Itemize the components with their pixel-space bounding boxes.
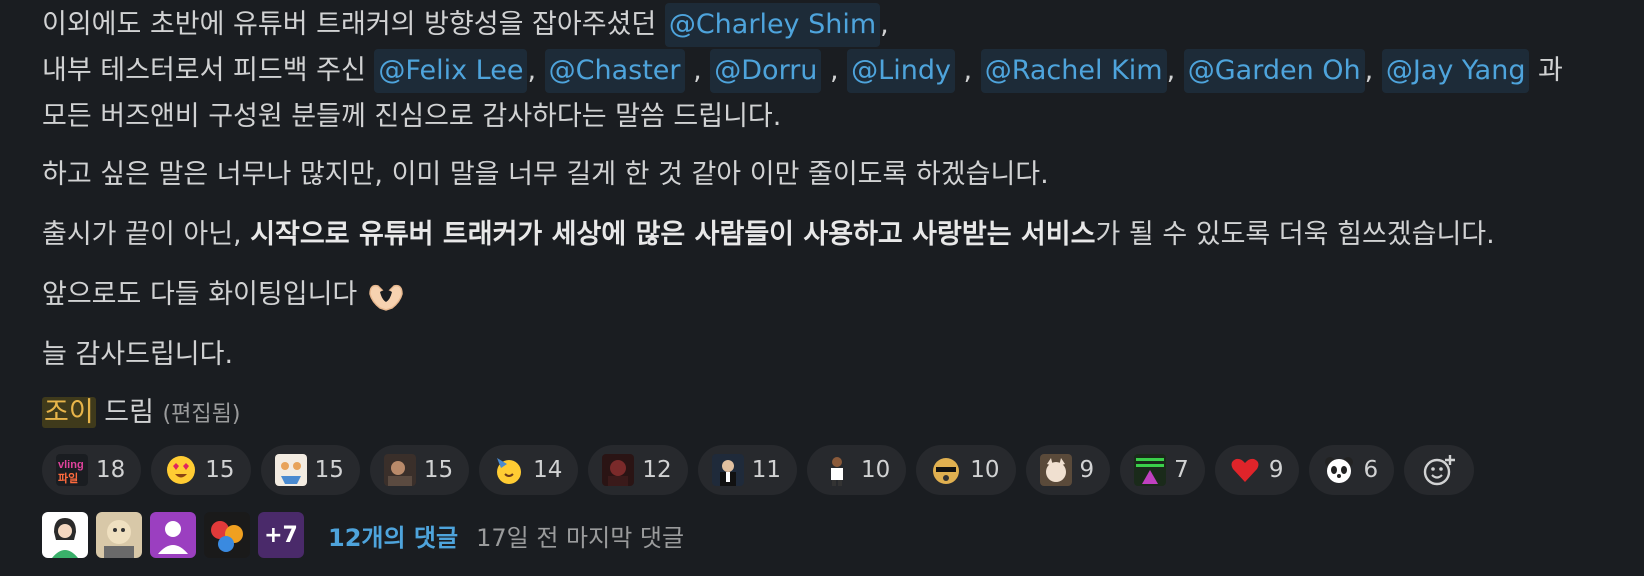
avatar — [150, 512, 196, 558]
signature: 조이 드림 (편집됨) — [42, 397, 241, 428]
edited-label: (편집됨) — [162, 402, 241, 427]
message-line: 이외에도 초반에 유튜버 트래커의 방향성을 잡아주셨던 @Charley Sh… — [42, 2, 889, 48]
reaction-celebrate[interactable]: 15 — [260, 445, 360, 495]
mention-jay-yang[interactable]: @Jay Yang — [1381, 49, 1530, 93]
reaction-dancing-person[interactable]: 10 — [806, 445, 907, 495]
reaction-partying-face[interactable]: 14 — [479, 445, 579, 495]
avatar — [204, 512, 250, 558]
reaction-custom-2[interactable]: 12 — [588, 445, 688, 495]
svg-text:vling: vling — [58, 459, 84, 471]
reaction-gatsby-toast[interactable]: 11 — [697, 445, 797, 495]
heart-eyes-icon — [167, 456, 196, 484]
reaction-count: 10 — [970, 457, 1000, 483]
message-text: 이외에도 초반에 유튜버 트래커의 방향성을 잡아주셨던 — [42, 9, 665, 40]
reaction-count: 18 — [96, 457, 126, 483]
reaction-count: 10 — [860, 457, 891, 483]
custom-photo-icon — [602, 454, 635, 486]
reaction-custom-dance[interactable]: 7 — [1120, 445, 1205, 495]
custom-photo-icon — [383, 454, 416, 486]
doge-sunglasses-icon — [933, 458, 960, 484]
avatar — [96, 512, 142, 558]
mention-lindy[interactable]: @Lindy — [847, 49, 955, 93]
custom-dance-icon — [1134, 454, 1167, 486]
mention-dorru[interactable]: @Dorru — [710, 49, 822, 93]
partying-face-icon — [497, 458, 522, 484]
celebrate-icon — [274, 454, 307, 486]
message-line: 늘 감사드립니다. — [42, 339, 234, 370]
vling-logo-icon: vling 파일 — [56, 454, 88, 486]
reaction-count: 14 — [533, 457, 563, 483]
message-line: 내부 테스터로서 피드백 주신 @Felix Lee, @Chaster , @… — [42, 48, 1563, 94]
add-emoji-icon — [1423, 455, 1456, 486]
red-heart-icon — [1231, 458, 1259, 482]
add-reaction-button[interactable] — [1404, 445, 1475, 495]
mention-charley-shim[interactable]: @Charley Shim — [664, 3, 881, 47]
reaction-count: 15 — [314, 457, 344, 483]
reaction-count: 15 — [205, 457, 235, 483]
heart-hands-emoji-icon — [369, 284, 403, 311]
reaction-red-heart[interactable]: 9 — [1214, 445, 1300, 495]
bold-text: 시작으로 유튜버 트래커가 세상에 많은 사람들이 사용하고 사랑받는 서비스 — [250, 219, 1096, 250]
thread-summary[interactable]: +7 12개의 댓글 17일 전 마지막 댓글 — [42, 512, 684, 558]
message-line: 앞으로도 다들 화이팅입니다 — [42, 272, 406, 318]
more-participants-badge: +7 — [258, 512, 304, 558]
reaction-doge-sunglasses[interactable]: 10 — [916, 445, 1016, 495]
signature-name: 조이 — [42, 397, 96, 428]
reaction-cat[interactable]: 9 — [1025, 445, 1111, 495]
last-reply-time: 17일 전 마지막 댓글 — [476, 523, 685, 552]
mention-chaster[interactable]: @Chaster — [544, 49, 685, 93]
mention-felix-lee[interactable]: @Felix Lee — [374, 49, 528, 93]
reaction-count: 6 — [1363, 457, 1379, 483]
reaction-count: 12 — [642, 457, 672, 483]
panda-icon — [1325, 457, 1354, 483]
message-line: 하고 싶은 말은 너무나 많지만, 이미 말을 너무 길게 한 것 같아 이만 … — [42, 159, 1049, 190]
reaction-count: 15 — [423, 457, 454, 483]
gatsby-toast-icon — [711, 454, 744, 486]
reaction-vling[interactable]: vling 파일 18 — [42, 445, 142, 495]
message-line: 모든 버즈앤비 구성원 분들께 진심으로 감사하다는 말씀 드립니다. — [42, 101, 782, 132]
mention-rachel-kim[interactable]: @Rachel Kim — [980, 49, 1167, 93]
svg-text:파일: 파일 — [58, 471, 78, 485]
avatar — [42, 512, 88, 558]
reaction-count: 11 — [751, 457, 781, 483]
reaction-custom-1[interactable]: 15 — [369, 445, 470, 495]
mention-garden-oh[interactable]: @Garden Oh — [1183, 49, 1365, 93]
reaction-count: 9 — [1268, 457, 1284, 483]
reaction-count: 7 — [1174, 457, 1189, 483]
replies-link[interactable]: 12개의 댓글 — [328, 518, 458, 553]
reaction-heart-eyes[interactable]: 15 — [151, 445, 251, 495]
reaction-panda[interactable]: 6 — [1309, 445, 1395, 495]
dancing-person-icon — [830, 457, 843, 486]
message-line: 출시가 끝이 아닌, 시작으로 유튜버 트래커가 세상에 많은 사람들이 사용하… — [42, 219, 1495, 250]
reaction-count: 9 — [1079, 457, 1095, 483]
cat-icon — [1039, 454, 1072, 486]
reaction-bar: vling파일 18 15 15 15 14 12 11 10 10 9 7 — [42, 445, 1475, 495]
